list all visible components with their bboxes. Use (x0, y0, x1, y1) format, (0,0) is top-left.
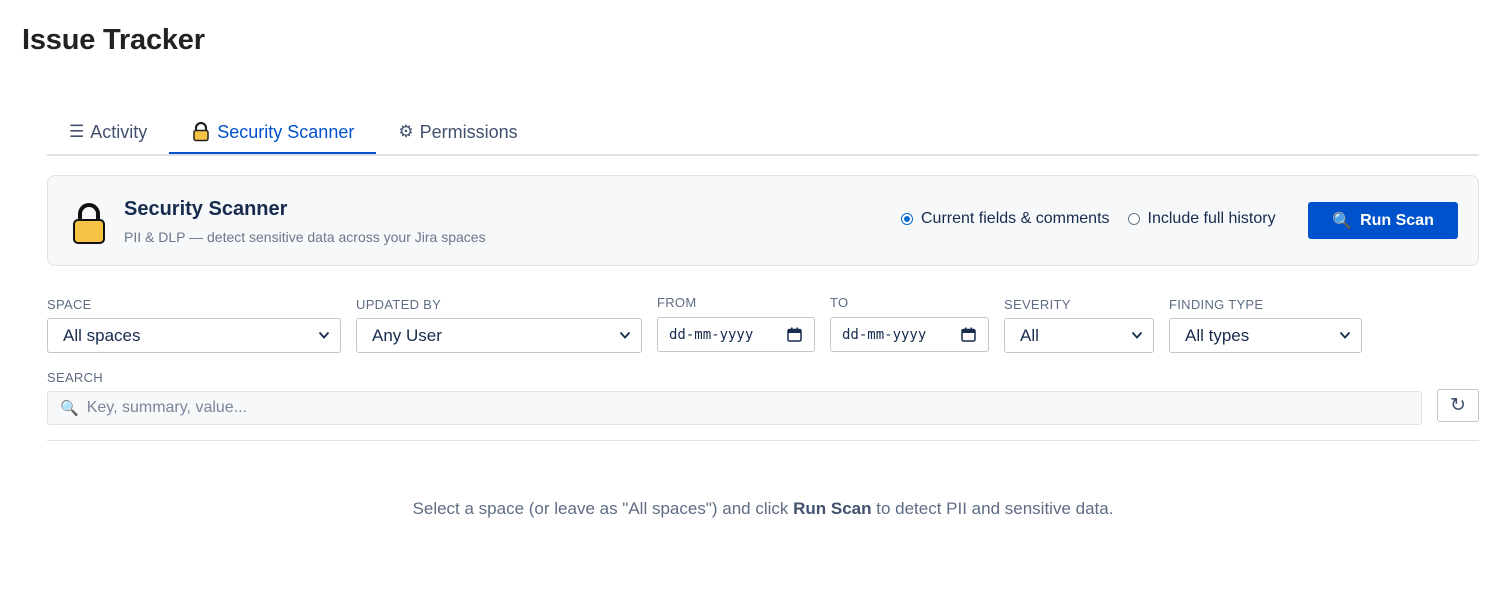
from-label: FROM (657, 295, 697, 310)
refresh-button[interactable]: ↻ (1437, 389, 1479, 422)
scan-mode-history-radio[interactable]: Include full history (1127, 210, 1276, 228)
radio-selected-indicator[interactable] (901, 213, 913, 225)
from-date-value: dd-mm-yyyy (669, 326, 754, 343)
space-value: All spaces (63, 325, 141, 345)
page-title: Issue Tracker (22, 24, 205, 56)
empty-state-run-scan: Run Scan (793, 499, 872, 518)
tab-permissions[interactable]: ⚙ Permissions (376, 112, 539, 154)
severity-select[interactable]: All (1004, 318, 1154, 353)
scan-mode-current-label: Current fields & comments (921, 210, 1110, 227)
tab-permissions-label: Permissions (419, 121, 518, 142)
chevron-down-icon (318, 331, 330, 339)
severity-value: All (1020, 325, 1039, 345)
chevron-down-icon (1339, 331, 1351, 339)
space-label: SPACE (47, 297, 92, 312)
finding-type-label: FINDING TYPE (1169, 297, 1264, 312)
calendar-icon[interactable] (787, 327, 802, 342)
lock-icon (191, 122, 211, 142)
updated-by-value: Any User (372, 325, 442, 345)
empty-state-text-end: to detect PII and sensitive data. (871, 499, 1114, 518)
radio-unselected-indicator[interactable] (1127, 213, 1140, 225)
scan-mode-group: Current fields & comments Include full h… (901, 210, 1276, 228)
finding-type-value: All types (1185, 325, 1250, 345)
run-scan-label: Run Scan (1360, 211, 1434, 229)
space-select[interactable]: All spaces (47, 318, 341, 353)
empty-state-message: Select a space (or leave as "All spaces"… (0, 499, 1506, 519)
search-box[interactable]: 🔍 (47, 391, 1422, 425)
tab-activity[interactable]: ☰ Activity (47, 112, 169, 154)
scan-mode-current-radio[interactable]: Current fields & comments (901, 210, 1110, 228)
search-icon: 🔍 (1332, 212, 1353, 230)
search-icon: 🔍 (60, 400, 79, 417)
empty-state-text: Select a space (or leave as "All spaces"… (412, 499, 794, 518)
divider (47, 440, 1479, 441)
to-date-input[interactable]: dd-mm-yyyy (830, 317, 989, 352)
search-input[interactable] (84, 398, 1389, 418)
tab-security-scanner-label: Security Scanner (217, 121, 355, 142)
updated-by-select[interactable]: Any User (356, 318, 642, 353)
search-label: SEARCH (47, 370, 103, 385)
chevron-down-icon (619, 331, 631, 339)
tab-bar: ☰ Activity Security Scanner ⚙ Permission… (47, 112, 1479, 156)
to-label: TO (830, 295, 849, 310)
tab-activity-label: Activity (90, 121, 148, 142)
updated-by-label: UPDATED BY (356, 297, 442, 312)
refresh-icon: ↻ (1450, 395, 1466, 416)
tab-security-scanner[interactable]: Security Scanner (169, 112, 377, 154)
scan-mode-history-label: Include full history (1147, 210, 1276, 227)
calendar-icon[interactable] (961, 327, 976, 342)
scanner-subtitle: PII & DLP — detect sensitive data across… (124, 229, 486, 245)
finding-type-select[interactable]: All types (1169, 318, 1362, 353)
from-date-input[interactable]: dd-mm-yyyy (657, 317, 815, 352)
to-date-value: dd-mm-yyyy (842, 326, 927, 343)
list-icon: ☰ (69, 122, 85, 141)
chevron-down-icon (1131, 331, 1143, 339)
severity-label: SEVERITY (1004, 297, 1071, 312)
scanner-card: Security Scanner PII & DLP — detect sens… (47, 175, 1479, 266)
scanner-title: Security Scanner (124, 198, 288, 220)
lock-icon (73, 203, 105, 244)
run-scan-button[interactable]: 🔍 Run Scan (1308, 202, 1458, 239)
gear-icon: ⚙ (398, 122, 414, 141)
